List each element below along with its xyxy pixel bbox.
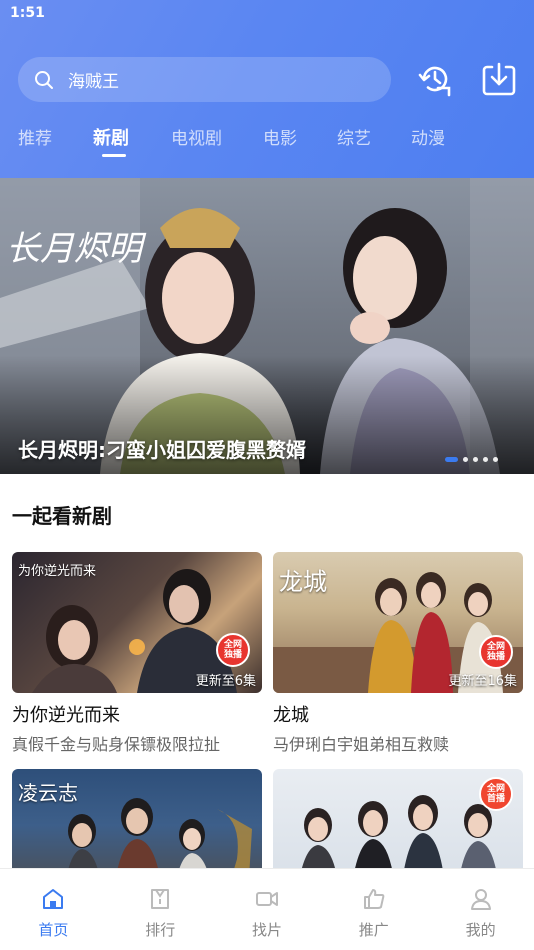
nav-label: 推广 [358,921,389,939]
tab-recommend[interactable]: 推荐 [18,124,52,149]
drama-poster: 龙城 全网 独播 更新至16集 [273,552,523,693]
nav-label: 找片 [251,921,282,939]
banner-title: 长月烬明:刁蛮小姐囚爱腹黑赘婿 [18,438,306,462]
drama-card[interactable]: 龙城 全网 独播 更新至16集 龙城 马伊琍白宇姐弟相互救赎 [273,552,523,755]
poster-title-text: 凌云志 [18,781,78,805]
banner-image: 长月烬明 [0,178,534,474]
carousel-dots [445,457,498,462]
carousel-dot[interactable] [493,457,498,462]
nav-label: 首页 [38,921,69,939]
exclusive-badge: 全网 独播 [479,635,513,669]
nav-home[interactable]: 首页 [0,869,107,950]
poster-title-text: 龙城 [279,568,327,596]
carousel-dot[interactable] [463,457,468,462]
tab-movie[interactable]: 电影 [263,124,297,149]
drama-description: 马伊琍白宇姐弟相互救赎 [273,735,450,754]
banner-carousel[interactable]: 长月烬明 [0,178,534,474]
nav-label: 我的 [465,921,496,939]
banner-poster-text: 长月烬明 [6,229,147,269]
tab-anime[interactable]: 动漫 [411,124,445,149]
nav-label: 排行 [145,921,176,939]
carousel-dot[interactable] [445,457,458,462]
active-tab-indicator [102,154,126,157]
video-camera-icon [255,892,278,906]
exclusive-badge: 全网 独播 [216,633,250,667]
search-bar[interactable]: 海贼王 [18,57,391,102]
carousel-dot[interactable] [473,457,478,462]
search-icon [35,70,53,89]
search-query: 海贼王 [68,72,119,92]
drama-poster: 为你逆光而来 全网 独播 更新至6集 [12,552,262,693]
poster-title-text: 为你逆光而来 [18,564,97,579]
home-icon [43,889,64,909]
tab-new-drama[interactable]: 新剧 [93,124,129,150]
drama-name: 龙城 [273,705,309,726]
category-tabs: 推荐 新剧 电视剧 电影 综艺 动漫 [0,124,534,164]
drama-name: 为你逆光而来 [12,705,120,726]
nav-find-video[interactable]: 找片 [214,869,321,950]
tab-variety[interactable]: 综艺 [337,124,371,149]
drama-description: 真假千金与贴身保镖极限拉扯 [12,735,221,754]
section-title: 一起看新剧 [12,504,112,528]
carousel-dot[interactable] [483,457,488,462]
nav-promote[interactable]: 推广 [320,869,427,950]
ranking-icon [151,889,170,909]
nav-ranking[interactable]: 排行 [107,869,214,950]
history-icon[interactable] [418,61,452,97]
thumbs-up-icon [363,889,385,909]
update-status: 更新至16集 [448,674,517,689]
nav-mine[interactable]: 我的 [427,869,534,950]
bottom-navigation: 首页 排行 找片 推广 我的 [0,868,534,950]
drama-card[interactable]: 为你逆光而来 全网 独播 更新至6集 为你逆光而来 真假千金与贴身保镖极限拉扯 [12,552,262,755]
header-area: 1:51 海贼王 推荐 新剧 电视剧 电影 综艺 动漫 [0,0,534,178]
status-time: 1:51 [10,5,45,21]
update-status: 更新至6集 [195,674,256,689]
tab-tv-series[interactable]: 电视剧 [171,124,222,149]
premiere-badge: 全网 首播 [479,777,513,811]
download-icon[interactable] [482,61,516,97]
user-icon [470,889,491,910]
